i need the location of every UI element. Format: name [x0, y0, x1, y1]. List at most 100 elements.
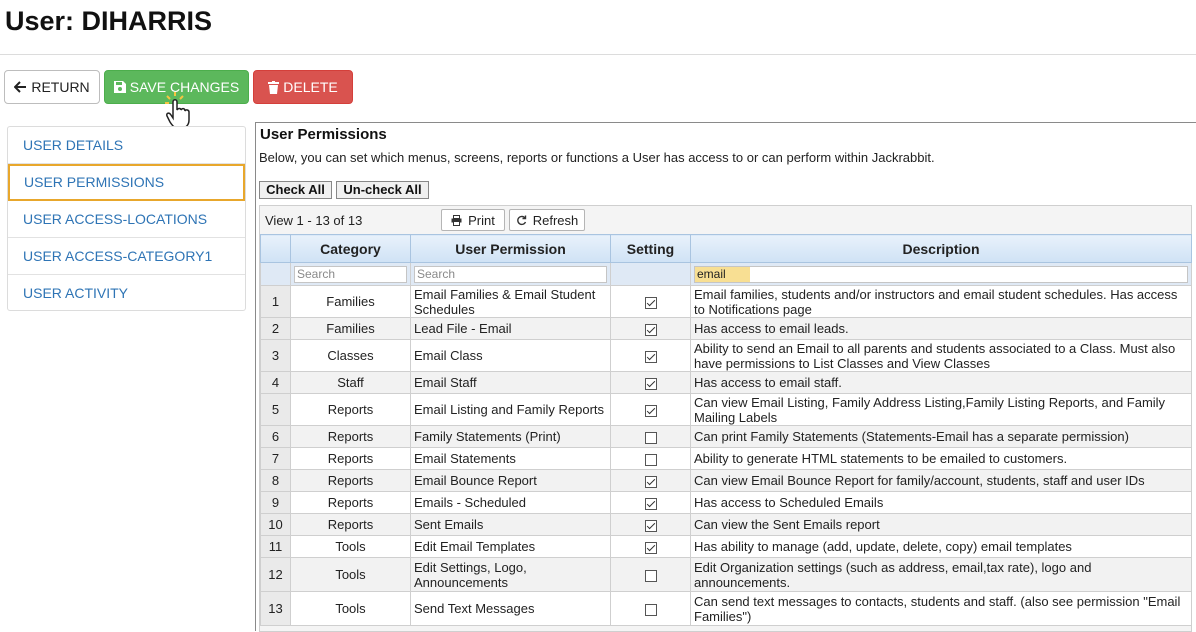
row-number-cell: 3 [260, 339, 291, 372]
search-row [260, 262, 1192, 286]
sidebar-item-user-access-category1[interactable]: USER ACCESS-CATEGORY1 [8, 238, 245, 275]
permission-checkbox[interactable] [644, 569, 657, 582]
permission-checkbox[interactable] [644, 541, 657, 554]
permission-checkbox[interactable] [644, 475, 657, 488]
description-cell: Can view Email Listing, Family Address L… [690, 393, 1192, 426]
description-cell: Email families, students and/or instruct… [690, 285, 1192, 318]
page-title: User: DIHARRIS [5, 6, 213, 36]
row-number-cell: 6 [260, 425, 291, 448]
table-row[interactable]: 1 Families Email Families & Email Student … [260, 285, 1192, 318]
description-cell: Has access to Scheduled Emails [690, 491, 1192, 514]
setting-cell [610, 317, 691, 340]
category-cell: Reports [290, 469, 411, 492]
permission-cell: Emails - Scheduled [410, 491, 611, 514]
setting-cell [610, 339, 691, 372]
permission-cell: Send Text Messages [410, 591, 611, 626]
sidebar-item-user-permissions[interactable]: USER PERMISSIONS [8, 164, 245, 201]
permission-checkbox[interactable] [644, 497, 657, 510]
header-user-permission[interactable]: User Permission [410, 234, 611, 263]
description-search-input[interactable] [694, 265, 1188, 283]
category-cell: Reports [290, 447, 411, 470]
category-cell: Reports [290, 393, 411, 426]
description-cell: Ability to generate HTML statements to b… [690, 447, 1192, 470]
permission-checkbox[interactable] [644, 603, 657, 616]
permission-checkbox[interactable] [644, 404, 657, 417]
table-row[interactable]: 10 Reports Sent Emails Can view the Sent Em… [260, 513, 1192, 536]
category-cell: Reports [290, 491, 411, 514]
sidebar-item-user-access-locations[interactable]: USER ACCESS-LOCATIONS [8, 201, 245, 238]
row-number-cell: 7 [260, 447, 291, 470]
permission-checkbox[interactable] [644, 519, 657, 532]
permission-checkbox[interactable] [644, 377, 657, 390]
trash-icon [268, 80, 280, 94]
table-row[interactable]: 7 Reports Email Statements Ability to gener… [260, 447, 1192, 470]
refresh-button[interactable]: Refresh [509, 209, 585, 231]
header-setting[interactable]: Setting [610, 234, 691, 263]
row-number-cell: 12 [260, 557, 291, 592]
arrow-left-icon [14, 81, 27, 93]
table-row[interactable]: 2 Families Lead File - Email Has access to … [260, 317, 1192, 340]
table-row[interactable]: 5 Reports Email Listing and Family Reports… [260, 393, 1192, 426]
permission-cell: Lead File - Email [410, 317, 611, 340]
table-row[interactable]: 11 Tools Edit Email Templates Has ability t… [260, 535, 1192, 558]
row-number-cell: 1 [260, 285, 291, 318]
search-cell-description [690, 262, 1192, 286]
table-row[interactable]: 8 Reports Email Bounce Report Can view Emai… [260, 469, 1192, 492]
category-cell: Reports [290, 425, 411, 448]
sidebar-item-user-activity[interactable]: USER ACTIVITY [8, 275, 245, 312]
table-header-row: Category User Permission Setting Descrip… [260, 234, 1192, 263]
table-row[interactable]: 9 Reports Emails - Scheduled Has access to … [260, 491, 1192, 514]
refresh-button-label: Refresh [532, 212, 579, 228]
delete-button[interactable]: DELETE [253, 70, 353, 104]
table-row[interactable]: 13 Tools Send Text Messages Can send text m… [260, 591, 1192, 626]
setting-cell [610, 447, 691, 470]
permission-cell: Email Bounce Report [410, 469, 611, 492]
panel-description: Below, you can set which menus, screens,… [259, 150, 935, 165]
description-cell: Has ability to manage (add, update, dele… [690, 535, 1192, 558]
setting-cell [610, 591, 691, 626]
permission-checkbox[interactable] [644, 431, 657, 444]
header-description[interactable]: Description [690, 234, 1192, 263]
header-category[interactable]: Category [290, 234, 411, 263]
description-cell: Edit Organization settings (such as addr… [690, 557, 1192, 592]
floppy-disk-icon [113, 81, 126, 93]
permission-cell: Email Class [410, 339, 611, 372]
print-button-label: Print [468, 212, 495, 228]
permission-checkbox[interactable] [644, 350, 657, 363]
refresh-icon [516, 215, 526, 225]
check-all-button[interactable]: Check All [259, 181, 332, 199]
row-number-cell: 5 [260, 393, 291, 426]
permissions-table: Category User Permission Setting Descrip… [260, 234, 1192, 626]
setting-cell [610, 425, 691, 448]
permission-cell: Email Statements [410, 447, 611, 470]
permission-cell: Email Staff [410, 371, 611, 394]
category-search-input[interactable] [294, 265, 407, 283]
permission-cell: Email Families & Email Student Schedules [410, 285, 611, 318]
description-cell: Can print Family Statements (Statements-… [690, 425, 1192, 448]
permission-cell: Edit Settings, Logo, Announcements [410, 557, 611, 592]
permission-checkbox[interactable] [644, 296, 657, 309]
permission-search-input[interactable] [414, 265, 607, 283]
table-row[interactable]: 6 Reports Family Statements (Print) Can pri… [260, 425, 1192, 448]
uncheck-all-button[interactable]: Un-check All [336, 181, 429, 199]
table-row[interactable]: 3 Classes Email Class Ability to send an Em… [260, 339, 1192, 372]
grid-toolbar: View 1 - 13 of 13 Print Refresh [260, 206, 1191, 234]
table-row[interactable]: 4 Staff Email Staff Has access to email sta… [260, 371, 1192, 394]
save-changes-button-label: SAVE CHANGES [129, 79, 240, 95]
sidebar-item-user-details[interactable]: USER DETAILS [8, 127, 245, 164]
setting-cell [610, 535, 691, 558]
permission-checkbox[interactable] [644, 323, 657, 336]
row-number-cell: 2 [260, 317, 291, 340]
return-button[interactable]: RETURN [4, 70, 100, 104]
delete-button-label: DELETE [283, 79, 338, 95]
row-number-cell: 8 [260, 469, 291, 492]
print-button[interactable]: Print [441, 209, 505, 231]
permission-cell: Edit Email Templates [410, 535, 611, 558]
row-number-cell: 10 [260, 513, 291, 536]
permission-checkbox[interactable] [644, 453, 657, 466]
setting-cell [610, 469, 691, 492]
save-changes-button[interactable]: SAVE CHANGES [104, 70, 249, 104]
table-row[interactable]: 12 Tools Edit Settings, Logo, Announcement… [260, 557, 1192, 592]
category-cell: Tools [290, 535, 411, 558]
user-permissions-panel: User Permissions Below, you can set whic… [255, 122, 1196, 632]
